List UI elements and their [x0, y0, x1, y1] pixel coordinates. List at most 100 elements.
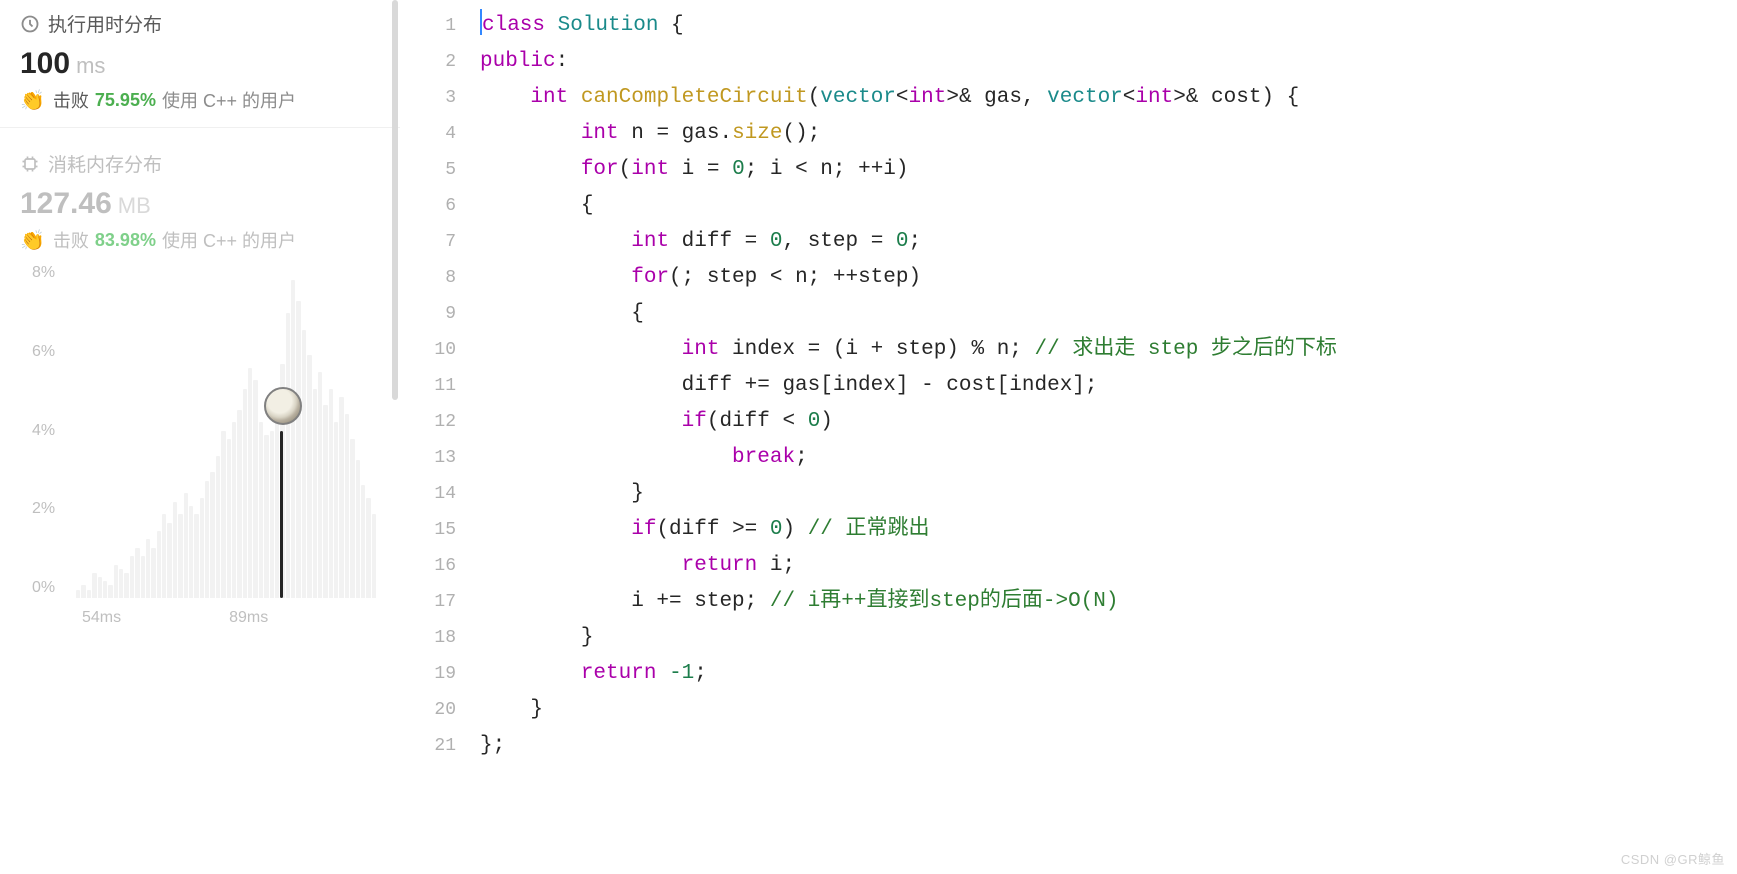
chart-bar [114, 565, 118, 599]
chart-bar [103, 581, 107, 598]
code-line: { [480, 188, 1737, 224]
chart-bar [243, 389, 247, 598]
chart-bar [130, 556, 134, 598]
chart-bar [296, 301, 300, 598]
chart-bar [167, 523, 171, 598]
code-line: break; [480, 440, 1737, 476]
memory-value: 127.46 [20, 187, 112, 221]
y-tick: 0% [32, 578, 70, 598]
line-number: 18 [400, 620, 456, 656]
code-line: public: [480, 44, 1737, 80]
code-line: } [480, 692, 1737, 728]
runtime-beats-line: 👏 击败 75.95% 使用 C++ 的用户 [20, 87, 380, 113]
memory-beats-pct: 83.98% [95, 230, 156, 251]
chart-bar [270, 431, 274, 599]
chart-bar [92, 573, 96, 598]
code-line: { [480, 296, 1737, 332]
line-number-gutter: 123456789101112131415161718192021 [400, 8, 480, 874]
y-tick: 8% [32, 263, 70, 283]
runtime-beats-label: 击败 [53, 87, 89, 113]
y-tick: 4% [32, 421, 70, 441]
scrollbar-thumb[interactable] [392, 0, 398, 400]
chart-bar [334, 422, 338, 598]
chart-bar [162, 514, 166, 598]
chart-bar [286, 313, 290, 598]
chart-bar [151, 548, 155, 598]
chart-marker-avatar [264, 387, 302, 425]
line-number: 3 [400, 80, 456, 116]
chart-bar [264, 435, 268, 598]
line-number: 19 [400, 656, 456, 692]
line-number: 10 [400, 332, 456, 368]
line-number: 4 [400, 116, 456, 152]
line-number: 1 [400, 8, 456, 44]
memory-section: 消耗内存分布 127.46 MB 👏 击败 83.98% 使用 C++ 的用户 … [0, 150, 400, 643]
code-line: if(diff >= 0) // 正常跳出 [480, 512, 1737, 548]
code-content[interactable]: class Solution {public: int canCompleteC… [480, 8, 1737, 874]
y-tick: 6% [32, 342, 70, 362]
runtime-unit: ms [76, 53, 105, 79]
code-editor[interactable]: 123456789101112131415161718192021 class … [400, 0, 1737, 874]
line-number: 2 [400, 44, 456, 80]
chart-x-axis: 54ms89ms [76, 609, 376, 627]
chart-y-axis: 8% 6% 4% 2% 0% [32, 263, 70, 598]
chart-bar [141, 556, 145, 598]
memory-distribution-chart[interactable]: 8% 6% 4% 2% 0% 54ms89ms [20, 263, 380, 633]
chart-bar [205, 481, 209, 598]
chart-bar [313, 389, 317, 598]
chart-bar [194, 514, 198, 598]
line-number: 14 [400, 476, 456, 512]
chart-bar [302, 330, 306, 598]
chart-bar [76, 590, 80, 598]
line-number: 13 [400, 440, 456, 476]
runtime-beats-pct: 75.95% [95, 90, 156, 111]
code-line: } [480, 620, 1737, 656]
line-number: 20 [400, 692, 456, 728]
chart-bar [135, 548, 139, 598]
runtime-title: 执行用时分布 [48, 10, 162, 37]
code-line: if(diff < 0) [480, 404, 1737, 440]
chart-bars [76, 263, 376, 598]
chart-bar [178, 514, 182, 598]
code-line: return i; [480, 548, 1737, 584]
runtime-section: 执行用时分布 100 ms 👏 击败 75.95% 使用 C++ 的用户 [0, 10, 400, 128]
chart-bar [345, 414, 349, 598]
chart-bar [232, 422, 236, 598]
code-line: return -1; [480, 656, 1737, 692]
chart-bar [318, 372, 322, 598]
chart-bar [323, 405, 327, 598]
chart-bar [307, 355, 311, 598]
code-line: int diff = 0, step = 0; [480, 224, 1737, 260]
chart-bar [216, 456, 220, 598]
runtime-header: 执行用时分布 [20, 10, 380, 37]
memory-beats-suffix: 使用 C++ 的用户 [162, 227, 296, 253]
runtime-value: 100 [20, 47, 70, 81]
x-tick: 54ms [82, 609, 121, 627]
line-number: 5 [400, 152, 456, 188]
chart-bar [350, 439, 354, 598]
code-line: i += step; // i再++直接到step的后面->O(N) [480, 584, 1737, 620]
chip-icon [20, 154, 40, 174]
chart-bar [184, 493, 188, 598]
memory-value-line: 127.46 MB [20, 187, 380, 221]
code-line: } [480, 476, 1737, 512]
chart-bar [237, 410, 241, 598]
chart-bar [372, 514, 376, 598]
chart-bar [339, 397, 343, 598]
chart-bar [361, 485, 365, 598]
left-panel-scrollbar[interactable] [390, 0, 400, 874]
code-line: diff += gas[index] - cost[index]; [480, 368, 1737, 404]
line-number: 17 [400, 584, 456, 620]
code-line: int index = (i + step) % n; // 求出走 step … [480, 332, 1737, 368]
chart-bar [157, 531, 161, 598]
chart-bar [87, 590, 91, 598]
memory-title: 消耗内存分布 [48, 150, 162, 177]
code-line: int n = gas.size(); [480, 116, 1737, 152]
code-line: for(int i = 0; i < n; ++i) [480, 152, 1737, 188]
chart-bar [98, 577, 102, 598]
line-number: 15 [400, 512, 456, 548]
chart-bar [221, 431, 225, 599]
memory-beats-line: 👏 击败 83.98% 使用 C++ 的用户 [20, 227, 380, 253]
y-tick: 2% [32, 499, 70, 519]
clap-icon: 👏 [20, 88, 45, 113]
